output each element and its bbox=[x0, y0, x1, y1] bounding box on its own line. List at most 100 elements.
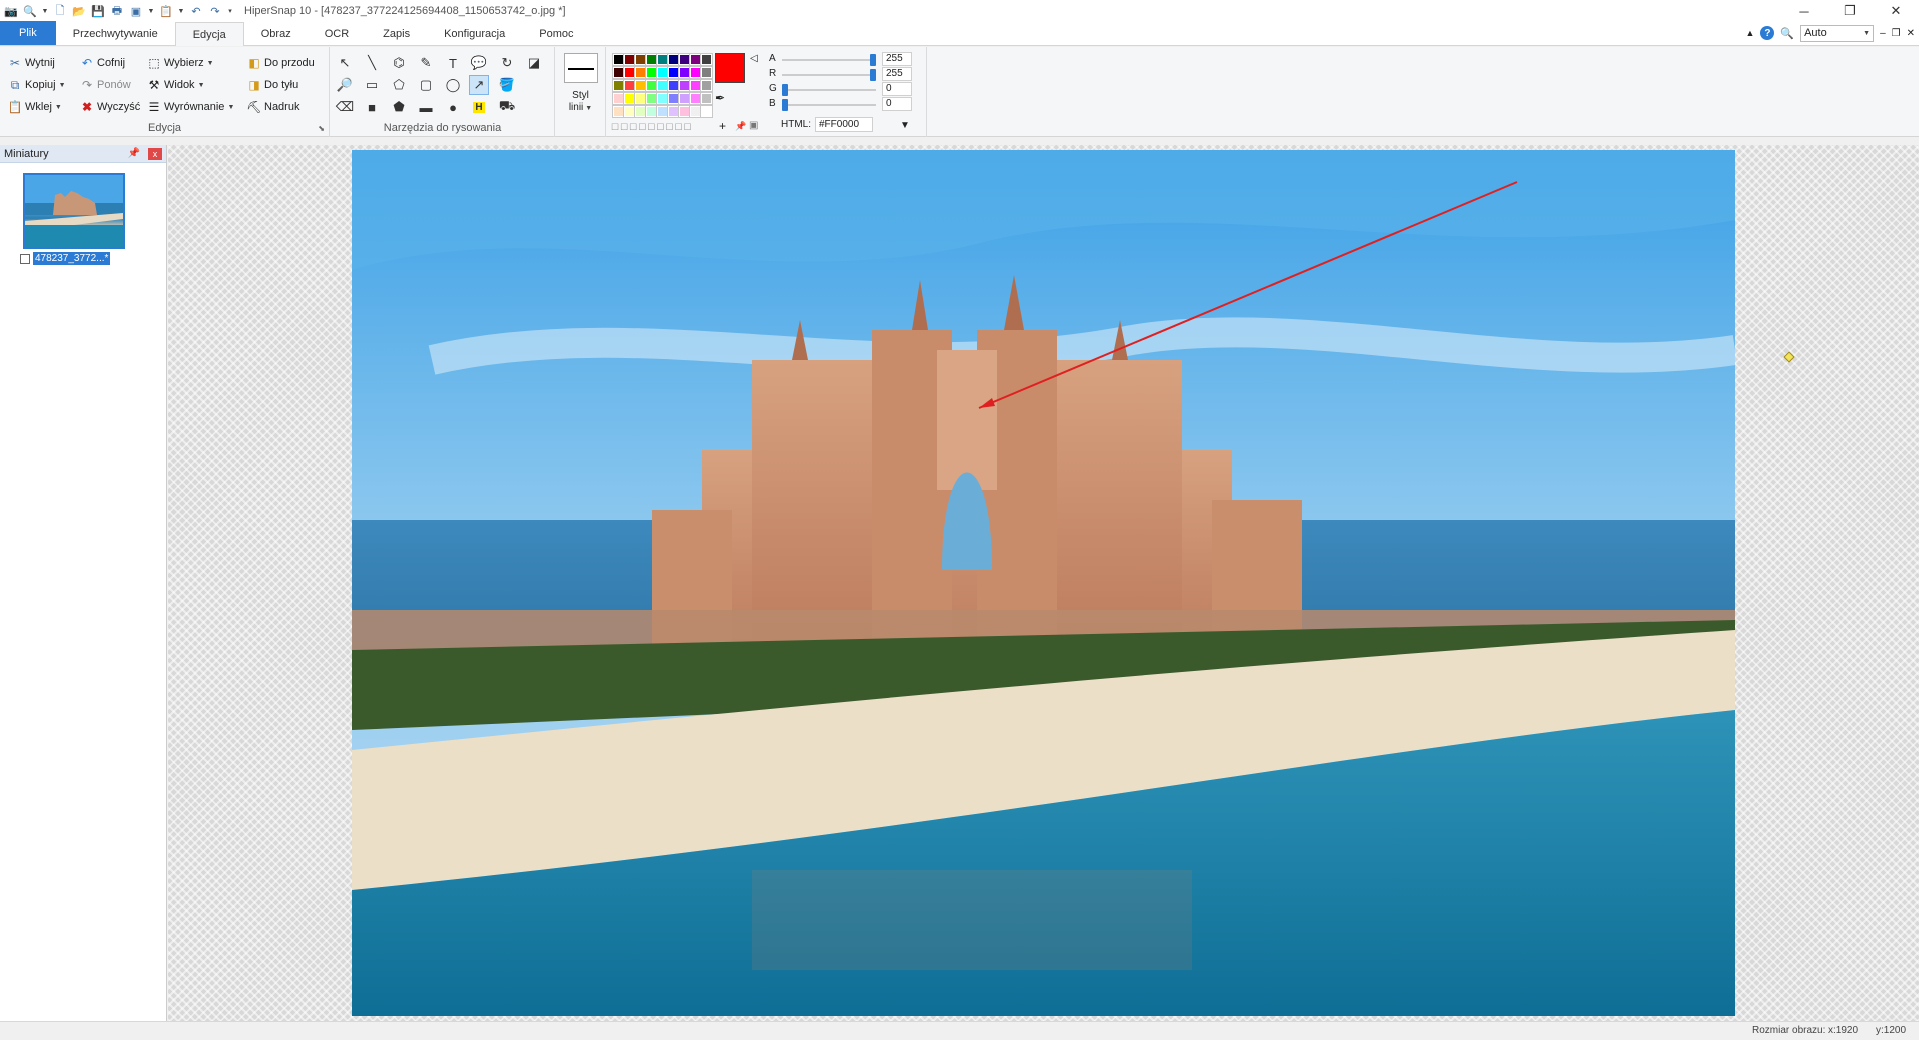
filled-rect-icon[interactable]: ■ bbox=[362, 97, 382, 117]
palette-swatch[interactable] bbox=[700, 79, 713, 92]
palette-swatch[interactable] bbox=[656, 53, 669, 66]
palette-swatch[interactable] bbox=[612, 66, 625, 79]
paste-button[interactable]: 📋 Wklej ▼ bbox=[8, 98, 62, 116]
rotate-tool-icon[interactable]: ↻ bbox=[497, 53, 517, 73]
send-backward-button[interactable]: ◨ Do tyłu bbox=[247, 76, 298, 94]
undo-icon[interactable]: ↶ bbox=[188, 3, 204, 19]
collapse-ribbon-icon[interactable]: ▲ bbox=[1745, 28, 1754, 38]
doc-minimize-icon[interactable]: – bbox=[1880, 28, 1886, 39]
search-icon[interactable]: 🔍 bbox=[1780, 27, 1794, 40]
clipboard-icon[interactable]: 📋 bbox=[158, 3, 174, 19]
zoom-icon[interactable]: 🔍 bbox=[22, 3, 38, 19]
alpha-value[interactable]: 255 bbox=[882, 52, 912, 66]
redo-button[interactable]: ↷ Ponów bbox=[80, 76, 131, 94]
palette-swatch[interactable] bbox=[634, 92, 647, 105]
dialog-launcher-icon[interactable]: ⬊ bbox=[318, 124, 325, 133]
palette-swatch[interactable] bbox=[623, 66, 636, 79]
pointer-tool-icon[interactable]: ↖ bbox=[335, 53, 355, 73]
chevron-down-icon[interactable]: ▼ bbox=[177, 8, 185, 15]
palette-swatch[interactable] bbox=[700, 53, 713, 66]
palette-swatch[interactable] bbox=[623, 53, 636, 66]
annotation-handle[interactable] bbox=[1783, 351, 1795, 363]
rounded-rect-tool-icon[interactable]: ▢ bbox=[416, 75, 436, 95]
thumbnail-image[interactable] bbox=[23, 173, 125, 249]
tab-edycja[interactable]: Edycja bbox=[174, 22, 244, 46]
bring-forward-button[interactable]: ◧ Do przodu bbox=[247, 54, 314, 72]
select-button[interactable]: ⬚ Wybierz ▼ bbox=[147, 54, 213, 72]
palette-swatch[interactable] bbox=[645, 79, 658, 92]
text-tool-icon[interactable]: T bbox=[443, 53, 463, 73]
ellipse-tool-icon[interactable]: ◯ bbox=[443, 75, 463, 95]
highlight-tool-icon[interactable]: H bbox=[469, 97, 489, 117]
palette-swatch[interactable] bbox=[689, 53, 702, 66]
tab-przechwytywanie[interactable]: Przechwytywanie bbox=[56, 22, 175, 45]
eraser-tool-icon[interactable]: ⌫ bbox=[335, 97, 355, 117]
palette-swatch[interactable] bbox=[656, 105, 669, 118]
view-button[interactable]: ⚒ Widok ▼ bbox=[147, 76, 205, 94]
palette-swatch[interactable] bbox=[656, 66, 669, 79]
doc-restore-icon[interactable]: ❐ bbox=[1892, 28, 1901, 39]
undo-button[interactable]: ↶ Cofnij bbox=[80, 54, 125, 72]
palette-swatch[interactable] bbox=[700, 66, 713, 79]
filled-polygon-icon[interactable]: ⬟ bbox=[389, 97, 409, 117]
tab-konfiguracja[interactable]: Konfiguracja bbox=[427, 22, 522, 45]
alpha-slider-track[interactable] bbox=[782, 59, 876, 61]
app-camera-icon[interactable]: 📷 bbox=[3, 3, 19, 19]
expand-ribbon-icon[interactable]: ▼ bbox=[900, 120, 910, 131]
minimize-button[interactable]: ─ bbox=[1781, 0, 1827, 22]
blue-slider-track[interactable] bbox=[782, 104, 876, 106]
add-color-icon[interactable]: + bbox=[719, 119, 726, 133]
palette-swatch[interactable] bbox=[645, 66, 658, 79]
close-button[interactable]: ✕ bbox=[1873, 0, 1919, 22]
palette-swatch[interactable] bbox=[689, 105, 702, 118]
edited-photo[interactable] bbox=[352, 150, 1735, 1016]
palette-swatch[interactable] bbox=[678, 92, 691, 105]
palette-swatch[interactable] bbox=[612, 92, 625, 105]
palette-swatch[interactable] bbox=[700, 92, 713, 105]
line-style-label[interactable]: Styl linii ▼ bbox=[556, 90, 605, 115]
palette-swatch[interactable] bbox=[689, 92, 702, 105]
current-color-swatch[interactable] bbox=[715, 53, 745, 83]
tab-ocr[interactable]: OCR bbox=[308, 22, 366, 45]
cut-button[interactable]: ✂ Wytnij bbox=[8, 54, 55, 72]
green-slider-thumb[interactable] bbox=[782, 84, 788, 96]
palette-swatch[interactable] bbox=[667, 53, 680, 66]
freeform-tool-icon[interactable]: ⬠ bbox=[389, 75, 409, 95]
eyedropper-icon[interactable]: ✒ bbox=[715, 91, 725, 105]
palette-swatch[interactable] bbox=[667, 92, 680, 105]
callout-tool-icon[interactable]: 💬 bbox=[469, 53, 489, 73]
html-color-field[interactable]: #FF0000 bbox=[815, 117, 873, 132]
palette-swatch[interactable] bbox=[623, 92, 636, 105]
tab-pomoc[interactable]: Pomoc bbox=[522, 22, 590, 45]
close-panel-icon[interactable]: x bbox=[148, 147, 162, 160]
redo-icon[interactable]: ↷ bbox=[207, 3, 223, 19]
red-value[interactable]: 255 bbox=[882, 67, 912, 81]
swap-color-icon[interactable]: ◁ bbox=[750, 53, 758, 64]
filled-rounded-rect-icon[interactable]: ▬ bbox=[416, 97, 436, 117]
clear-button[interactable]: ✖ Wyczyść bbox=[80, 98, 140, 116]
palette-swatch[interactable] bbox=[645, 53, 658, 66]
stamp-button[interactable]: ⛏ Nadruk bbox=[246, 98, 299, 116]
palette-swatch[interactable] bbox=[667, 105, 680, 118]
palette-swatch[interactable] bbox=[656, 79, 669, 92]
palette-swatch[interactable] bbox=[678, 105, 691, 118]
blue-value[interactable]: 0 bbox=[882, 97, 912, 111]
tab-zapis[interactable]: Zapis bbox=[366, 22, 427, 45]
palette-swatch[interactable] bbox=[678, 66, 691, 79]
pin-color-icon[interactable]: 📌 bbox=[735, 121, 746, 132]
filled-ellipse-icon[interactable]: ● bbox=[443, 97, 463, 117]
palette-swatch[interactable] bbox=[634, 66, 647, 79]
palette-menu-icon[interactable]: ▣ bbox=[749, 120, 758, 131]
palette-swatch[interactable] bbox=[612, 53, 625, 66]
chevron-down-icon[interactable]: ▼ bbox=[41, 8, 49, 15]
palette-swatch[interactable] bbox=[634, 53, 647, 66]
chevron-down-icon[interactable]: ▼ bbox=[147, 8, 155, 15]
zoom-tool-icon[interactable]: 🔎 bbox=[335, 75, 355, 95]
palette-swatch[interactable] bbox=[667, 79, 680, 92]
palette-swatch[interactable] bbox=[689, 66, 702, 79]
palette-swatch[interactable] bbox=[700, 105, 713, 118]
restore-button[interactable]: ❐ bbox=[1827, 0, 1873, 22]
blue-slider-thumb[interactable] bbox=[782, 99, 788, 111]
thumbnail-checkbox[interactable] bbox=[20, 253, 30, 264]
capture-icon[interactable]: ▣ bbox=[128, 3, 144, 19]
